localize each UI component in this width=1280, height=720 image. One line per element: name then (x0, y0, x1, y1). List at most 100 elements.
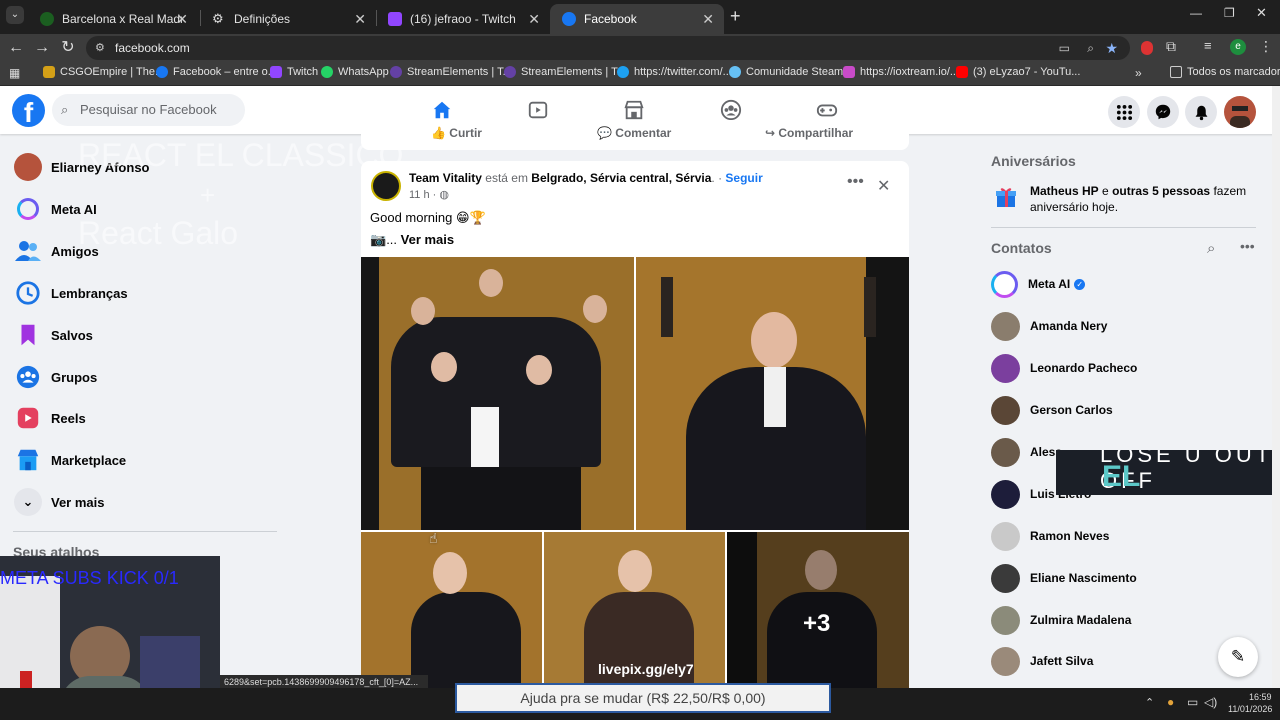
sidebar-item-saved[interactable]: Salvos (8, 315, 278, 355)
post-photo[interactable] (361, 257, 634, 530)
messenger-button[interactable] (1147, 96, 1179, 128)
post-author[interactable]: Team Vitality (409, 171, 482, 185)
post-see-more[interactable]: 📷... Ver mais (370, 232, 454, 248)
install-app-icon[interactable]: ▭ (1059, 36, 1070, 60)
site-info-icon[interactable]: ⚙ (95, 36, 105, 60)
like-icon: 👍 (431, 126, 450, 140)
new-tab-button[interactable]: + (730, 6, 741, 27)
search-contacts-icon[interactable]: ⌕ (1207, 240, 1215, 257)
post-photo[interactable] (636, 257, 909, 530)
clock-date[interactable]: 11/01/2026 (1228, 704, 1272, 714)
bookmark-item[interactable]: WhatsApp (321, 66, 389, 78)
facebook-logo[interactable]: f (12, 94, 45, 127)
bookmark-item[interactable]: (3) eLyzao7 - YouTu... (956, 66, 1080, 78)
minimize-icon[interactable]: — (1190, 6, 1202, 20)
forward-icon[interactable]: → (32, 38, 52, 58)
back-icon[interactable]: ← (6, 38, 26, 58)
comment-icon: 💬 (597, 126, 616, 140)
streamelements-icon (390, 66, 402, 78)
bookmark-star-icon[interactable]: ★ (1105, 36, 1118, 60)
browser-tab[interactable]: (16) jefraoo - Twitch ✕ (376, 4, 550, 34)
chevron-up-icon[interactable]: ⌃ (1145, 696, 1154, 709)
contact-item[interactable]: Jafett Silva (991, 641, 1256, 681)
page-avatar[interactable] (371, 171, 401, 201)
media-control-icon[interactable]: ≡ (1204, 38, 1212, 53)
post-options-icon[interactable]: ••• (847, 173, 864, 191)
close-window-icon[interactable]: ✕ (1256, 5, 1267, 21)
microphone-icon[interactable]: ● (1167, 695, 1174, 709)
notifications-button[interactable] (1185, 96, 1217, 128)
post-location[interactable]: Belgrado, Sérvia central, Sérvia (531, 171, 711, 185)
share-button[interactable]: ↪ Compartilhar (765, 126, 853, 140)
bookmark-item[interactable]: Twitch (270, 66, 318, 78)
close-icon[interactable]: ✕ (877, 176, 890, 196)
restore-icon[interactable]: ❐ (1224, 6, 1235, 20)
sidebar-item-memories[interactable]: Lembranças (8, 273, 278, 313)
post-text: Good morning 😁🏆 (370, 210, 486, 225)
like-button[interactable]: 👍 Curtir (431, 126, 482, 140)
bookmark-item[interactable]: CSGOEmpire | The... (43, 66, 164, 78)
sidebar-item-marketplace[interactable]: Marketplace (8, 440, 278, 480)
soccer-site-icon (40, 12, 54, 26)
close-tab-icon[interactable]: ✕ (528, 11, 540, 28)
react-overlay-plus: + (200, 180, 216, 210)
account-avatar[interactable] (1224, 96, 1256, 128)
tab-search-button[interactable]: ⌄ (6, 6, 24, 24)
contact-item[interactable]: Amanda Nery (991, 306, 1256, 346)
contacts-options-icon[interactable]: ••• (1240, 238, 1255, 254)
contact-item[interactable]: Zulmira Madalena (991, 600, 1256, 640)
extension-red-icon[interactable] (1141, 41, 1153, 55)
volume-icon[interactable]: ◁) (1204, 695, 1217, 709)
bookmark-item[interactable]: Comunidade Steam... (729, 66, 852, 78)
bookmark-item[interactable]: https://twitter.com/... (617, 66, 732, 78)
page-scrollbar[interactable] (1272, 86, 1280, 688)
apps-grid-icon[interactable]: ▦ (9, 66, 20, 80)
avatar (991, 479, 1020, 509)
contact-item[interactable]: Gerson Carlos (991, 390, 1256, 430)
all-bookmarks-folder[interactable]: Todos os marcadores (1170, 66, 1280, 78)
sidebar-item-groups[interactable]: Grupos (8, 357, 278, 397)
contact-item[interactable]: Eliane Nascimento (991, 558, 1256, 598)
sidebar-item-reels[interactable]: Reels (8, 398, 278, 438)
memories-icon (13, 278, 43, 308)
browser-menu-icon[interactable]: ⋮ (1259, 38, 1273, 55)
contact-item[interactable]: Leonardo Pacheco (991, 348, 1256, 388)
new-message-button[interactable]: ✎ (1218, 637, 1258, 677)
close-tab-icon[interactable]: ✕ (176, 11, 188, 28)
close-tab-icon[interactable]: ✕ (702, 11, 714, 28)
twitter-icon (617, 66, 629, 78)
birthday-notice[interactable]: Matheus HP e outras 5 pessoas fazem aniv… (991, 183, 1256, 219)
browser-tab[interactable]: Barcelona x Real Madrid - Final ✕ (28, 4, 198, 34)
close-tab-icon[interactable]: ✕ (354, 11, 366, 28)
donation-goal-bar: Ajuda pra se mudar (R$ 22,50/R$ 0,00) (455, 683, 831, 713)
react-overlay-text: React Galo (78, 215, 239, 251)
grid-icon (1116, 104, 1132, 120)
clock-time[interactable]: 16:59 (1249, 692, 1272, 702)
cursor-icon: ☝ (429, 530, 438, 546)
reels-icon (13, 403, 43, 433)
network-icon[interactable]: ▭ (1187, 695, 1198, 709)
menu-grid-button[interactable] (1108, 96, 1140, 128)
contact-item[interactable]: Meta AI ✓ (991, 264, 1256, 304)
follow-button[interactable]: Seguir (725, 171, 762, 185)
profile-avatar[interactable]: e (1230, 39, 1246, 55)
browser-tab[interactable]: ⚙ Definições ✕ (200, 4, 376, 34)
contact-item[interactable]: Ramon Neves (991, 516, 1256, 556)
bookmark-item[interactable]: StreamElements | T... (504, 66, 626, 78)
extensions-icon[interactable]: ⧉ (1166, 38, 1176, 55)
facebook-search-input[interactable]: ⌕ Pesquisar no Facebook (52, 94, 245, 126)
search-icon: ⌕ (61, 102, 69, 117)
comment-button[interactable]: 💬 Comentar (597, 126, 671, 140)
bookmark-item[interactable]: Facebook – entre o... (156, 66, 277, 78)
bookmark-item[interactable]: https://ioxtream.io/... (843, 66, 959, 78)
post-time[interactable]: 11 h (409, 189, 430, 201)
more-photos-count: +3 (803, 610, 831, 637)
sidebar-item-see-more[interactable]: ⌄ Ver mais (8, 482, 278, 522)
compose-icon: ✎ (1230, 647, 1246, 666)
browser-tab-active[interactable]: Facebook ✕ (550, 4, 724, 34)
more-bookmarks-icon[interactable]: » (1135, 66, 1142, 80)
zoom-icon[interactable]: ⌕ (1087, 36, 1094, 60)
bookmark-item[interactable]: StreamElements | T... (390, 66, 512, 78)
reload-icon[interactable]: ↻ (58, 38, 78, 58)
address-bar[interactable]: ⚙ facebook.com ▭ ⌕ ★ (86, 36, 1130, 60)
